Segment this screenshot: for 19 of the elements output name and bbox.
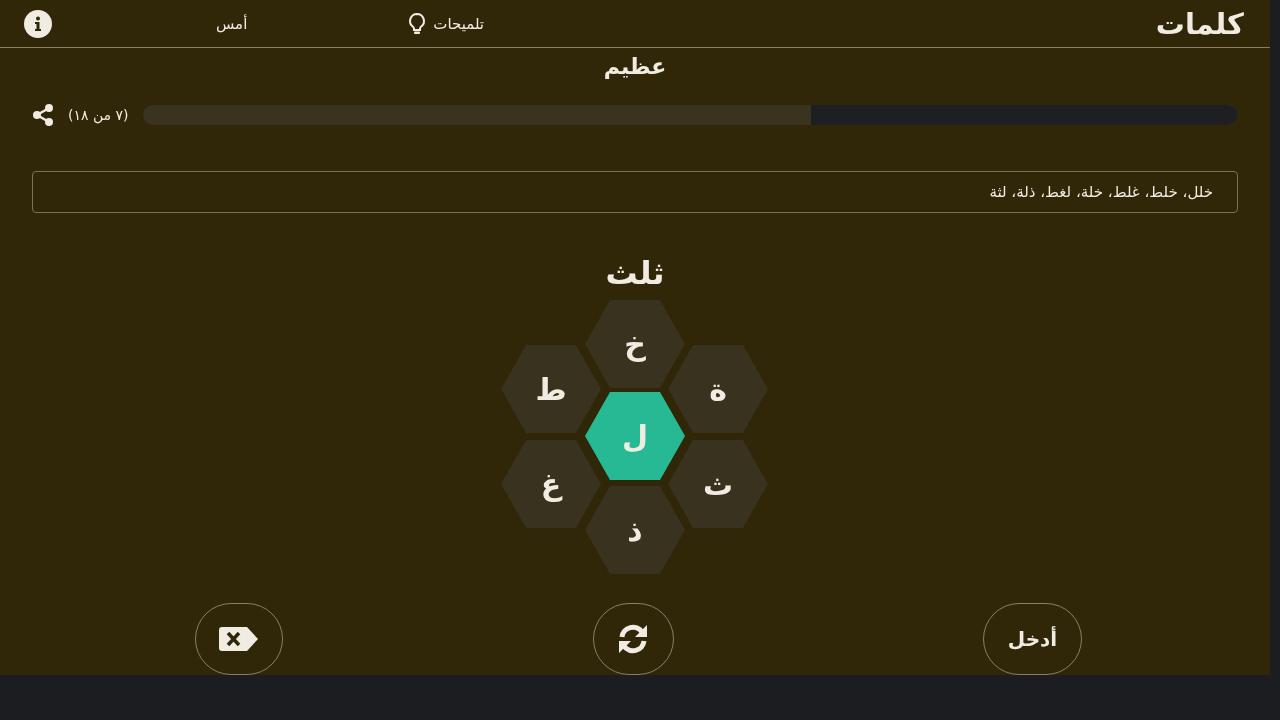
share-icon[interactable] — [32, 103, 54, 127]
refresh-icon — [616, 622, 650, 656]
yesterday-link[interactable]: أمس — [216, 14, 248, 33]
letter-tile[interactable]: ذ — [585, 486, 685, 574]
letter-tile[interactable]: خ — [585, 300, 685, 388]
rank-label: عظيم — [602, 53, 668, 81]
found-words-text: خلل، خلط، غلط، خلة، لغط، ذلة، لثة — [989, 183, 1213, 201]
letter-tile[interactable]: ث — [668, 440, 768, 528]
current-word: ثلث — [605, 253, 665, 294]
hints-button[interactable]: تلميحات — [407, 11, 485, 36]
info-icon[interactable] — [24, 9, 52, 38]
lightbulb-icon — [407, 11, 428, 36]
app-title: كلمات — [1155, 6, 1244, 41]
progress-count: (٧ من ١٨) — [68, 107, 129, 123]
letter-tile[interactable]: غ — [501, 440, 601, 528]
backspace-icon — [219, 627, 259, 651]
found-words-box[interactable]: خلل، خلط، غلط، خلة، لغط، ذلة، لثة — [32, 171, 1238, 213]
letter-tile[interactable]: ط — [501, 345, 601, 433]
letter-tile[interactable]: ة — [668, 345, 768, 433]
